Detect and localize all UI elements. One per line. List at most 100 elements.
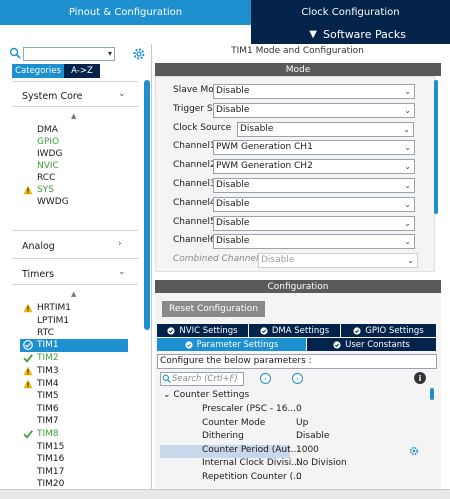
sort-icon[interactable]: ▲ bbox=[71, 112, 76, 120]
chevron-down-icon: ⌄ bbox=[407, 256, 414, 266]
param-name[interactable]: Counter Period (Aut... bbox=[202, 445, 299, 455]
mode-scrollbar[interactable] bbox=[434, 80, 438, 214]
param-value[interactable]: Up bbox=[296, 418, 308, 428]
mode-select-6[interactable]: Disable ⌄ bbox=[213, 196, 415, 212]
chevron-down-icon: ⌄ bbox=[163, 390, 174, 400]
mode-select-3[interactable]: PWM Generation CH1 ⌄ bbox=[213, 140, 415, 156]
check-circle-icon bbox=[167, 326, 176, 335]
list-item-iwdg[interactable]: IWDG bbox=[37, 148, 62, 160]
check-circle-icon bbox=[23, 339, 33, 350]
check-circle-icon bbox=[333, 340, 341, 349]
check-circle-icon bbox=[260, 326, 268, 335]
chevron-down-icon[interactable]: ⌄ bbox=[118, 267, 126, 277]
warning-icon bbox=[23, 303, 33, 313]
category-scrollbar[interactable] bbox=[144, 80, 150, 330]
tab-parameter-settings[interactable]: Parameter Settings bbox=[157, 338, 307, 351]
divider bbox=[12, 81, 138, 82]
list-item-tim3[interactable]: TIM3 bbox=[37, 365, 59, 377]
tree-group-counter-settings[interactable]: ⌄ Counter Settings bbox=[163, 390, 249, 400]
reset-configuration-button[interactable]: Reset Configuration bbox=[162, 301, 265, 317]
gear-icon[interactable] bbox=[132, 47, 146, 61]
param-name[interactable]: Internal Clock Divisi... bbox=[202, 458, 300, 468]
param-value[interactable]: 0 bbox=[296, 472, 302, 482]
sort-icon[interactable]: ▲ bbox=[71, 290, 76, 298]
mode-select-value: PWM Generation CH2 bbox=[216, 161, 313, 172]
mode-label-4: Channel2 bbox=[173, 160, 216, 171]
mode-select-5[interactable]: Disable ⌄ bbox=[213, 178, 415, 193]
software-packs-label: Software Packs bbox=[322, 28, 406, 41]
list-item-rcc[interactable]: RCC bbox=[37, 172, 55, 184]
parameter-search-input[interactable]: Search (Crtl+F) bbox=[160, 372, 244, 386]
mode-label-9: Combined Channels bbox=[173, 254, 264, 265]
list-item-tim7[interactable]: TIM7 bbox=[37, 415, 59, 427]
list-item-sys[interactable]: SYS bbox=[37, 184, 54, 196]
tab-gpio-settings[interactable]: GPIO Settings bbox=[341, 324, 437, 337]
category-search-input[interactable]: ▾ bbox=[23, 47, 115, 61]
list-item-selected-row[interactable]: TIM1 bbox=[20, 338, 128, 352]
mode-select-4[interactable]: PWM Generation CH2 ⌄ bbox=[213, 159, 415, 175]
tab-categories[interactable]: Categories bbox=[12, 64, 64, 78]
section-system-core[interactable]: System Core bbox=[22, 91, 82, 102]
software-packs-menu[interactable]: ▼ Software Packs bbox=[251, 25, 450, 44]
list-item-tim17[interactable]: TIM17 bbox=[37, 466, 64, 478]
list-item-tim15[interactable]: TIM15 bbox=[37, 441, 64, 453]
tab-nvic-settings[interactable]: NVIC Settings bbox=[157, 324, 249, 337]
check-icon bbox=[23, 429, 33, 439]
tab-clock-configuration[interactable]: Clock Configuration bbox=[251, 0, 450, 25]
mode-select-9: Disable ⌄ bbox=[258, 253, 418, 269]
section-timers[interactable]: Timers bbox=[22, 269, 54, 280]
param-value[interactable]: Disable bbox=[296, 431, 329, 441]
info-icon[interactable]: i bbox=[414, 372, 426, 384]
list-item-dma[interactable]: DMA bbox=[37, 124, 58, 136]
list-item-tim2[interactable]: TIM2 bbox=[37, 352, 59, 364]
tab-a-z[interactable]: A->Z bbox=[64, 64, 100, 78]
check-circle-icon bbox=[184, 340, 193, 349]
list-item-tim8[interactable]: TIM8 bbox=[37, 428, 59, 440]
list-item-tim1: TIM1 bbox=[37, 339, 59, 350]
chevron-down-icon: ⌄ bbox=[404, 87, 411, 96]
check-circle-icon bbox=[353, 326, 361, 335]
list-item-rtc[interactable]: RTC bbox=[37, 327, 54, 339]
param-name[interactable]: Dithering bbox=[202, 431, 244, 441]
list-item-nvic[interactable]: NVIC bbox=[37, 160, 59, 172]
list-item-tim5[interactable]: TIM5 bbox=[37, 390, 59, 402]
mode-select-value: Disable bbox=[216, 86, 250, 96]
param-name[interactable]: Prescaler (PSC - 16... bbox=[202, 404, 296, 414]
mode-select-0[interactable]: Disable ⌄ bbox=[213, 84, 415, 99]
parameter-scrollbar[interactable] bbox=[430, 388, 434, 400]
search-previous-button[interactable]: ‹ bbox=[260, 373, 271, 384]
list-item-tim4[interactable]: TIM4 bbox=[37, 378, 59, 390]
configuration-description: Configure the below parameters : bbox=[157, 354, 437, 369]
gear-icon[interactable] bbox=[409, 446, 419, 456]
category-view-tabs: Categories A->Z bbox=[12, 64, 100, 78]
tab-dma-settings[interactable]: DMA Settings bbox=[249, 324, 341, 337]
chevron-down-icon[interactable]: ⌄ bbox=[118, 89, 126, 99]
list-item-tim16[interactable]: TIM16 bbox=[37, 453, 64, 465]
mode-select-value: Disable bbox=[216, 198, 250, 209]
mode-select-2[interactable]: Disable ⌄ bbox=[237, 121, 414, 137]
chevron-right-icon[interactable]: › bbox=[118, 239, 122, 249]
tab-pinout-configuration[interactable]: Pinout & Configuration bbox=[0, 0, 251, 25]
section-analog[interactable]: Analog bbox=[22, 241, 55, 252]
chevron-down-icon: ⌄ bbox=[404, 162, 411, 172]
param-value[interactable]: No Division bbox=[296, 458, 347, 468]
list-item-tim6[interactable]: TIM6 bbox=[37, 403, 59, 415]
tab-user-constants[interactable]: User Constants bbox=[307, 338, 437, 351]
mode-select-value: Disable bbox=[261, 255, 295, 266]
param-value[interactable]: 0 bbox=[296, 404, 302, 414]
list-item-gpio[interactable]: GPIO bbox=[37, 136, 59, 148]
chevron-down-icon: ⌄ bbox=[403, 124, 410, 134]
mode-select-7[interactable]: Disable ⌄ bbox=[213, 215, 415, 231]
chevron-down-icon[interactable]: ▾ bbox=[108, 49, 112, 58]
param-name[interactable]: Repetition Counter (... bbox=[202, 472, 302, 482]
mode-select-value: Disable bbox=[216, 180, 250, 190]
list-item-hrtim1[interactable]: HRTIM1 bbox=[37, 302, 71, 314]
mode-select-1[interactable]: Disable ⌄ bbox=[213, 102, 415, 118]
mode-select-value: Disable bbox=[216, 217, 250, 228]
param-name[interactable]: Counter Mode bbox=[202, 418, 265, 428]
list-item-wwdg[interactable]: WWDG bbox=[37, 196, 69, 208]
list-item-lptim1[interactable]: LPTIM1 bbox=[37, 315, 69, 327]
search-next-button[interactable]: › bbox=[292, 373, 303, 384]
param-value[interactable]: 1000 bbox=[296, 445, 319, 455]
mode-select-8[interactable]: Disable ⌄ bbox=[213, 234, 415, 250]
